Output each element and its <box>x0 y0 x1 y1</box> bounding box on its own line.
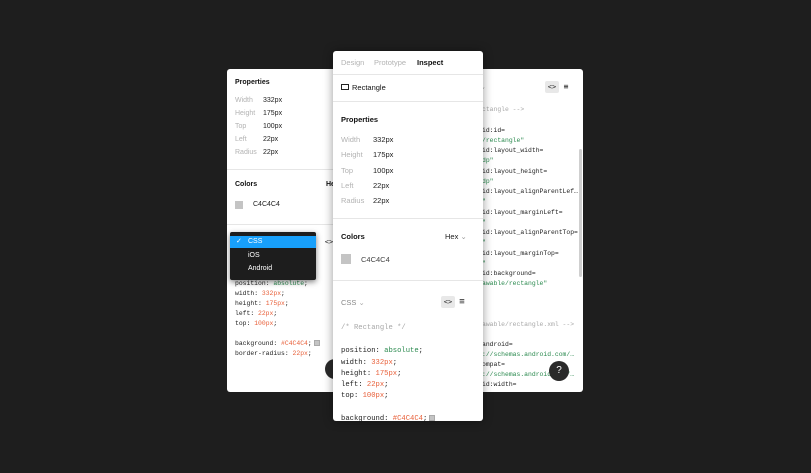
tab-inspect[interactable]: Inspect <box>417 58 443 67</box>
code-line: awable/rectangle.xml --> <box>482 321 575 328</box>
language-option-css[interactable]: ✓ CSS <box>230 236 316 248</box>
property-label-radius: Radius <box>235 149 257 156</box>
code-line: id:layout_alignParentLef… <box>482 188 578 195</box>
inline-color-swatch <box>429 415 436 421</box>
property-label-top: Top <box>341 166 354 175</box>
code-line-position: position: absolute; <box>235 280 308 287</box>
language-dropdown-menu: ✓ CSS iOS Android <box>230 232 316 280</box>
divider <box>333 74 483 75</box>
code-line: awable/rectangle" <box>482 280 548 287</box>
code-line-left: left: 22px; <box>235 310 278 317</box>
tab-design[interactable]: Design <box>341 58 364 67</box>
property-label-radius: Radius <box>341 196 365 205</box>
property-value-top[interactable]: 100px <box>373 166 393 175</box>
chevron-down-icon: ⌄ <box>358 298 365 307</box>
code-line: android= <box>482 341 513 348</box>
divider <box>333 101 483 102</box>
rectangle-icon <box>341 84 349 90</box>
inline-color-swatch <box>313 340 320 347</box>
inspect-panel-main: Design Prototype Inspect Rectangle Prope… <box>333 51 483 421</box>
tab-prototype[interactable]: Prototype <box>374 58 406 67</box>
code-line: dp" <box>482 157 494 164</box>
color-swatch[interactable] <box>235 201 243 209</box>
code-line-position: position: absolute; <box>341 347 423 355</box>
divider <box>333 280 483 281</box>
property-value-height[interactable]: 175px <box>263 110 282 117</box>
code-line-background: background: #C4C4C4; <box>341 415 436 421</box>
property-value-top[interactable]: 100px <box>263 123 282 130</box>
property-label-left: Left <box>341 181 354 190</box>
color-swatch[interactable] <box>341 254 351 264</box>
property-value-radius[interactable]: 22px <box>263 149 278 156</box>
code-line: id:layout_marginLeft= <box>482 209 563 216</box>
property-value-height[interactable]: 175px <box>373 150 393 159</box>
code-view-icon[interactable]: <> <box>545 81 559 93</box>
property-value-width[interactable]: 332px <box>263 97 282 104</box>
code-view-icon[interactable]: <> <box>441 296 455 308</box>
code-line-left: left: 22px; <box>341 381 389 389</box>
code-line-background: background: #C4C4C4; <box>235 340 320 347</box>
language-option-ios[interactable]: iOS <box>230 250 316 262</box>
property-label-height: Height <box>341 150 363 159</box>
color-hex-value[interactable]: C4C4C4 <box>253 201 280 208</box>
chevron-down-icon: ⌄ <box>460 232 467 241</box>
property-label-left: Left <box>235 136 247 143</box>
code-line-top: top: 100px; <box>341 392 389 400</box>
code-line-height: height: 175px; <box>341 370 402 378</box>
color-format-select[interactable]: Hex ⌄ <box>445 232 467 241</box>
help-button[interactable]: ? <box>549 361 569 381</box>
divider <box>333 218 483 219</box>
code-line: id:layout_marginTop= <box>482 250 559 257</box>
properties-heading: Properties <box>341 115 379 124</box>
colors-heading: Colors <box>341 232 365 241</box>
code-line: ompat= <box>482 361 506 368</box>
property-label-height: Height <box>235 110 256 117</box>
property-label-top: Top <box>235 123 247 130</box>
code-line-border-radius: border-radius: 22px; <box>235 350 312 357</box>
property-value-width[interactable]: 332px <box>373 135 393 144</box>
code-line: dp" <box>482 178 494 185</box>
copy-lines-icon[interactable]: ≡ <box>455 296 469 308</box>
property-label-width: Width <box>341 135 361 144</box>
code-line: /rectangle" <box>482 137 525 144</box>
code-line-width: width: 332px; <box>341 359 398 367</box>
property-label-width: Width <box>235 97 253 104</box>
properties-heading: Properties <box>235 79 270 86</box>
code-line: ctangle --> <box>482 106 525 113</box>
code-line: id:width= <box>482 381 517 388</box>
layer-name: Rectangle <box>352 83 386 92</box>
code-comment: /* Rectangle */ <box>341 324 406 332</box>
scrollbar[interactable] <box>579 149 582 277</box>
code-line-width: width: 332px; <box>235 290 285 297</box>
code-line: id:layout_height= <box>482 168 548 175</box>
code-language-select[interactable]: CSS ⌄ <box>341 298 365 307</box>
code-line: id:layout_width= <box>482 147 544 154</box>
code-line: id:id= <box>482 127 506 134</box>
code-line: id:background= <box>482 270 536 277</box>
code-line: ://schemas.android.com/… <box>482 351 575 358</box>
check-icon: ✓ <box>236 238 242 245</box>
colors-heading: Colors <box>235 181 258 188</box>
property-value-left[interactable]: 22px <box>263 136 278 143</box>
code-line-top: top: 100px; <box>235 320 278 327</box>
code-line: id:layout_alignParentTop= <box>482 229 578 236</box>
copy-lines-icon[interactable]: ≡ <box>559 81 573 93</box>
color-hex-value[interactable]: C4C4C4 <box>361 255 390 264</box>
language-option-android[interactable]: Android <box>230 263 316 275</box>
property-value-left[interactable]: 22px <box>373 181 389 190</box>
property-value-radius[interactable]: 22px <box>373 196 389 205</box>
code-line-height: height: 175px; <box>235 300 289 307</box>
